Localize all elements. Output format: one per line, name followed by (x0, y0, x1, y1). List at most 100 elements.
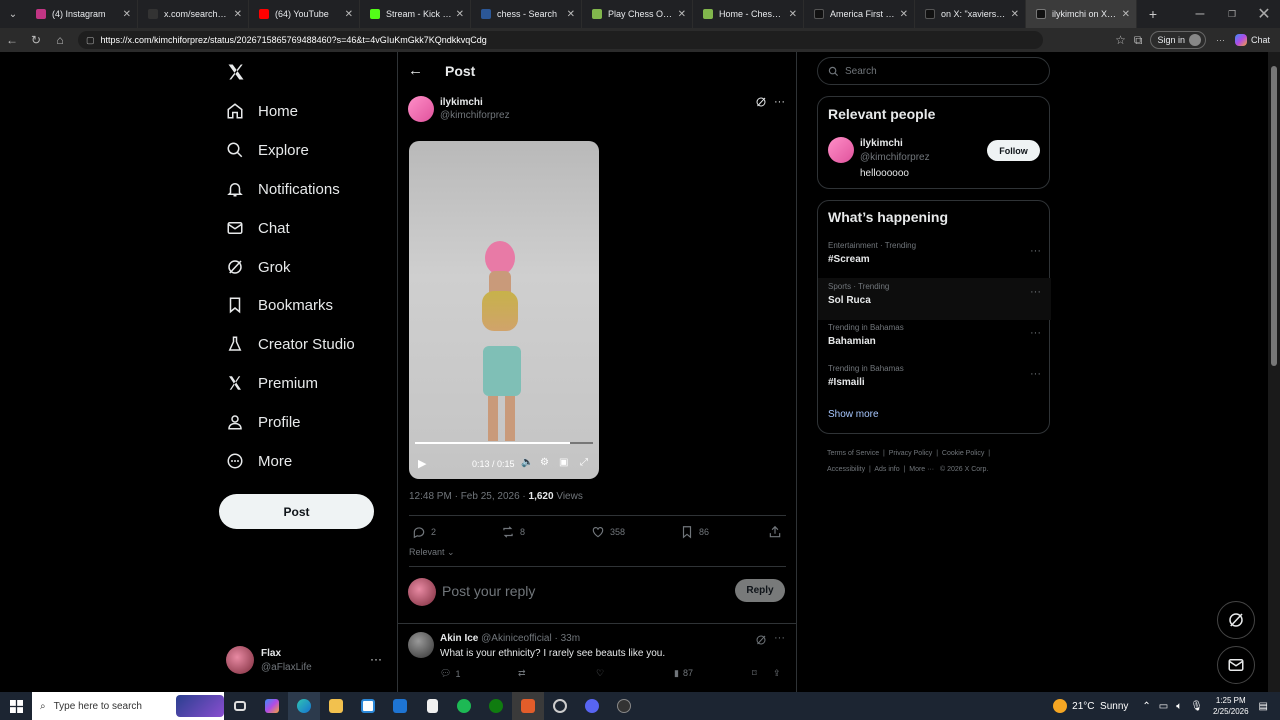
search-box[interactable]: Search (817, 57, 1050, 85)
footer-link[interactable]: Accessibility (827, 466, 865, 473)
bookmark-icon[interactable]: ⌑ (752, 668, 757, 679)
address-bar[interactable]: ▢ https://x.com/kimchiforprez/status/202… (78, 31, 1043, 49)
windows-start-icon[interactable] (0, 692, 32, 720)
reply-avatar[interactable] (408, 632, 434, 658)
browser-tab[interactable]: x.com/search?q=vj e ✕ (138, 0, 249, 28)
video-player[interactable]: ▶ 0:13 / 0:15 🔈 ⚙ ▣ ⤢ (409, 141, 599, 479)
notification-center-icon[interactable]: ▤ (1259, 701, 1268, 712)
reply-handle[interactable]: @Akiniceofficial (481, 633, 552, 644)
close-icon[interactable]: ✕ (234, 9, 242, 20)
microphone-icon[interactable]: 🎙︎ (1190, 701, 1203, 712)
more-dots-icon[interactable]: ··· (1030, 368, 1041, 380)
volume-icon[interactable]: 🔈︎ (1176, 701, 1182, 712)
more-dots-icon[interactable]: ··· (1030, 245, 1041, 257)
pip-icon[interactable]: ▣ (559, 457, 568, 468)
footer-link[interactable]: More ··· (909, 466, 934, 473)
nav-item-bookmarks[interactable]: Bookmarks (226, 292, 333, 318)
copilot-chat-button[interactable]: Chat (1234, 34, 1270, 46)
close-icon[interactable]: ✕ (456, 9, 464, 20)
browser-tab[interactable]: (64) YouTube ✕ (249, 0, 360, 28)
nav-item-home[interactable]: Home (226, 98, 298, 124)
notepad-icon[interactable] (416, 692, 448, 720)
new-tab-plus-icon[interactable]: + (1137, 0, 1169, 28)
reply-author[interactable]: Akin Ice (440, 633, 478, 644)
browser-tab[interactable]: Stream - Kick Dashb ✕ (360, 0, 471, 28)
more-dots-icon[interactable]: ··· (774, 96, 785, 108)
browser-tab[interactable]: chess - Search ✕ (471, 0, 582, 28)
person-name[interactable]: ilykimchi (860, 138, 903, 149)
nav-item-premium[interactable]: Premium (226, 370, 318, 396)
microsoft-store-icon[interactable] (352, 692, 384, 720)
browser-tab[interactable]: America First vs Isra ✕ (804, 0, 915, 28)
footer-link[interactable]: Privacy Policy (889, 450, 933, 457)
tray-chevron-icon[interactable]: ⌃ (1142, 701, 1150, 712)
grok-icon[interactable] (755, 634, 767, 646)
account-switcher[interactable]: Flax @aFlaxLife ··· (226, 646, 386, 676)
mail-app-icon[interactable] (384, 692, 416, 720)
post-timestamp[interactable]: 12:48 PM · Feb 25, 2026 · (409, 491, 529, 502)
discord-icon[interactable] (576, 692, 608, 720)
person-handle[interactable]: @kimchiforprez (860, 152, 930, 163)
reply-reply-button[interactable]: 💬︎ 1 (440, 668, 460, 679)
browser-tab[interactable]: (4) Instagram ✕ (26, 0, 138, 28)
browser-tab[interactable]: Home - Chess.com ✕ (693, 0, 804, 28)
show-more-link[interactable]: Show more (828, 409, 879, 420)
menu-dots-icon[interactable]: ··· (1216, 35, 1225, 45)
close-icon[interactable]: ✕ (1011, 9, 1019, 20)
reply-button[interactable]: Reply (735, 579, 785, 602)
tab-menu-chevron-icon[interactable]: ⌄ (0, 0, 26, 28)
messages-floating-button[interactable] (1217, 646, 1255, 684)
browser-tab[interactable]: Play Chess Online fo ✕ (582, 0, 693, 28)
sort-dropdown[interactable]: Relevant ⌄ (409, 547, 455, 558)
person-avatar[interactable] (828, 137, 854, 163)
author-name[interactable]: ilykimchi (440, 97, 483, 108)
nav-item-grok[interactable]: Grok (226, 254, 291, 280)
maximize-icon[interactable]: ❐ (1216, 0, 1248, 28)
scrollbar[interactable] (1268, 52, 1280, 692)
follow-button[interactable]: Follow (987, 140, 1040, 161)
browser-tab-active[interactable]: ilykimchi on X: "http ✕ (1026, 0, 1137, 28)
volume-icon[interactable]: 🔈 (521, 457, 533, 468)
minimize-icon[interactable]: – (1184, 0, 1216, 28)
game-app-icon[interactable] (512, 692, 544, 720)
close-icon[interactable]: ✕ (567, 9, 575, 20)
back-arrow-icon[interactable]: ← (408, 62, 423, 79)
window-close-icon[interactable]: ✕ (1248, 0, 1280, 28)
xbox-icon[interactable] (480, 692, 512, 720)
share-icon[interactable]: ⇪ (773, 668, 781, 679)
back-arrow-icon[interactable]: ← (0, 33, 24, 47)
network-icon[interactable]: ▭ (1159, 701, 1168, 712)
views-action[interactable]: ▮ 87 (674, 668, 693, 679)
close-icon[interactable]: ✕ (345, 9, 353, 20)
favorite-star-icon[interactable]: ☆ (1115, 33, 1126, 47)
trend-item[interactable]: Sports · Trending Sol Ruca ··· (818, 278, 1051, 320)
edge-browser-icon[interactable] (288, 692, 320, 720)
close-icon[interactable]: ✕ (678, 9, 686, 20)
taskbar-search-box[interactable]: ⌕ Type here to search (32, 692, 224, 720)
more-dots-icon[interactable]: ··· (1030, 286, 1041, 298)
sign-in-button[interactable]: Sign in (1150, 31, 1206, 49)
home-icon[interactable]: ⌂ (48, 33, 72, 47)
extensions-icon[interactable]: ⧉ (1134, 33, 1143, 48)
scrollbar-thumb[interactable] (1271, 66, 1277, 366)
video-progress-track[interactable] (415, 442, 593, 444)
repost-action[interactable]: 8 (501, 525, 525, 539)
chrome-icon[interactable] (544, 692, 576, 720)
trend-item[interactable]: Entertainment · Trending #Scream ··· (818, 237, 1051, 279)
task-view-icon[interactable] (224, 692, 256, 720)
like-action[interactable]: 358 (591, 525, 625, 539)
reply-input[interactable]: Post your reply (442, 583, 722, 599)
author-handle[interactable]: @kimchiforprez (440, 110, 510, 121)
nav-item-explore[interactable]: Explore (226, 137, 309, 163)
x-logo-icon[interactable] (226, 62, 246, 82)
close-icon[interactable]: ✕ (900, 9, 908, 20)
more-dots-icon[interactable]: ··· (1030, 327, 1041, 339)
author-avatar[interactable] (408, 96, 434, 122)
settings-gear-icon[interactable]: ⚙ (540, 457, 549, 468)
file-explorer-icon[interactable] (320, 692, 352, 720)
clock[interactable]: 1:25 PM 2/25/2026 (1213, 695, 1249, 717)
more-dots-icon[interactable]: ··· (370, 652, 382, 666)
browser-tab[interactable]: on X: "xaviersoba ✕ (915, 0, 1026, 28)
nav-item-notifications[interactable]: Notifications (226, 176, 340, 202)
close-icon[interactable]: ✕ (789, 9, 797, 20)
